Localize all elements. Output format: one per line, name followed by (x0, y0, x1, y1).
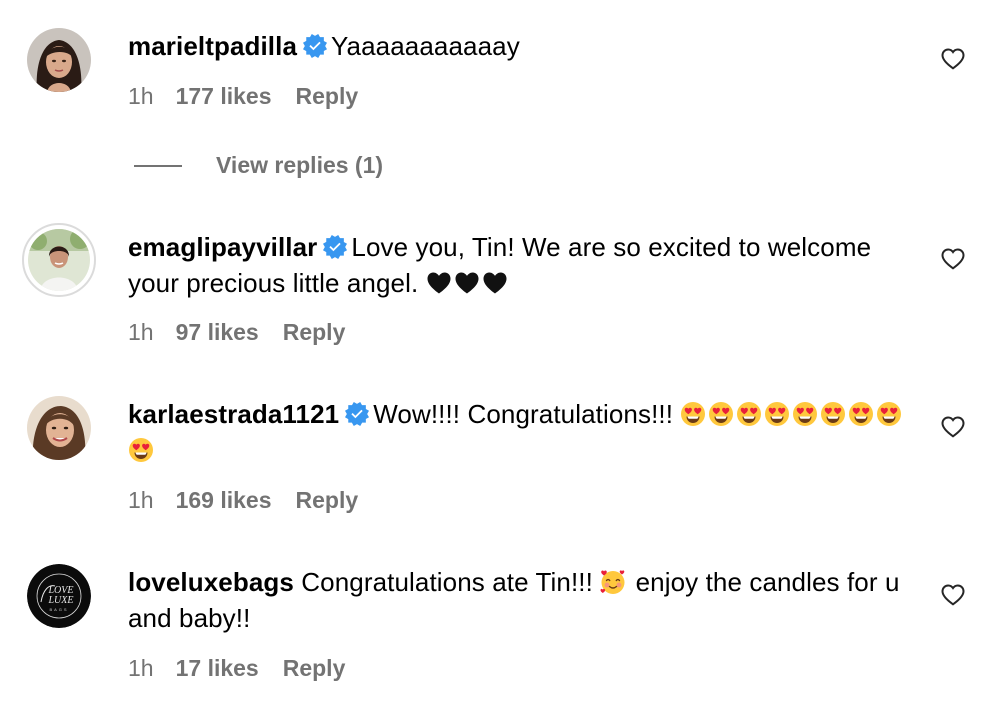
comment-text: loveluxebags Congratulations ate Tin!!! … (128, 564, 918, 636)
heart-eyes-emoji (680, 401, 706, 427)
username[interactable]: emaglipayvillar (128, 232, 317, 262)
comment-body: Yaaaaaaaaaaay (331, 31, 520, 61)
heart-eyes-emoji (128, 437, 154, 463)
comment-meta: 1h 97 likes Reply (128, 317, 345, 347)
verified-badge-icon (345, 402, 369, 426)
avatar-image (28, 229, 90, 291)
comment-body: Congratulations ate Tin!!! (301, 567, 593, 597)
likes-count[interactable]: 177 likes (176, 81, 272, 111)
avatar[interactable] (22, 223, 96, 297)
timestamp[interactable]: 1h (128, 317, 154, 347)
comment-meta: 1h 169 likes Reply (128, 485, 358, 515)
reply-button[interactable]: Reply (296, 485, 359, 515)
view-replies-label: View replies (1) (216, 152, 384, 178)
avatar-image (27, 28, 91, 92)
verified-badge-icon (303, 34, 327, 58)
heart-eyes-emoji (820, 401, 846, 427)
verified-badge-icon (323, 235, 347, 259)
likes-count[interactable]: 169 likes (176, 485, 272, 515)
avatar[interactable] (27, 396, 91, 460)
heart-outline-icon[interactable] (941, 584, 965, 606)
divider-line (134, 165, 182, 167)
username[interactable]: loveluxebags (128, 567, 294, 597)
likes-count[interactable]: 97 likes (176, 317, 259, 347)
logo-line3: BAGS (49, 607, 68, 612)
heart-eyes-emoji (708, 401, 734, 427)
black-heart-emoji (454, 270, 480, 296)
comment-meta: 1h 177 likes Reply (128, 81, 358, 111)
likes-count[interactable]: 17 likes (176, 653, 259, 683)
comment-text: karlaestrada1121 Wow!!!! Congratulations!… (128, 396, 918, 468)
comment-body: Wow!!!! Congratulations!!! (373, 399, 674, 429)
heart-outline-icon[interactable] (941, 48, 965, 70)
timestamp[interactable]: 1h (128, 653, 154, 683)
avatar[interactable] (27, 28, 91, 92)
timestamp[interactable]: 1h (128, 485, 154, 515)
comment-text: marieltpadilla Yaaaaaaaaaaay (128, 28, 918, 64)
black-heart-emoji (482, 270, 508, 296)
heart-eyes-emoji (876, 401, 902, 427)
heart-eyes-emoji (848, 401, 874, 427)
heart-outline-icon[interactable] (941, 416, 965, 438)
reply-button[interactable]: Reply (296, 81, 359, 111)
emoji-group (426, 268, 510, 298)
heart-eyes-emoji (736, 401, 762, 427)
black-heart-emoji (426, 270, 452, 296)
avatar[interactable]: LOVE LUXE BAGS (27, 564, 91, 628)
username[interactable]: marieltpadilla (128, 31, 297, 61)
reply-button[interactable]: Reply (283, 653, 346, 683)
username[interactable]: karlaestrada1121 (128, 399, 339, 429)
heart-outline-icon[interactable] (941, 248, 965, 270)
timestamp[interactable]: 1h (128, 81, 154, 111)
reply-button[interactable]: Reply (283, 317, 346, 347)
comment-text: emaglipayvillar Love you, Tin! We are so … (128, 229, 918, 301)
comment-meta: 1h 17 likes Reply (128, 653, 345, 683)
logo-line2: LUXE (48, 595, 74, 606)
heart-eyes-emoji (792, 401, 818, 427)
smiling-face-with-hearts-emoji (600, 569, 626, 595)
avatar-image: LOVE LUXE BAGS (27, 564, 91, 628)
heart-eyes-emoji (764, 401, 790, 427)
avatar-image (27, 396, 91, 460)
